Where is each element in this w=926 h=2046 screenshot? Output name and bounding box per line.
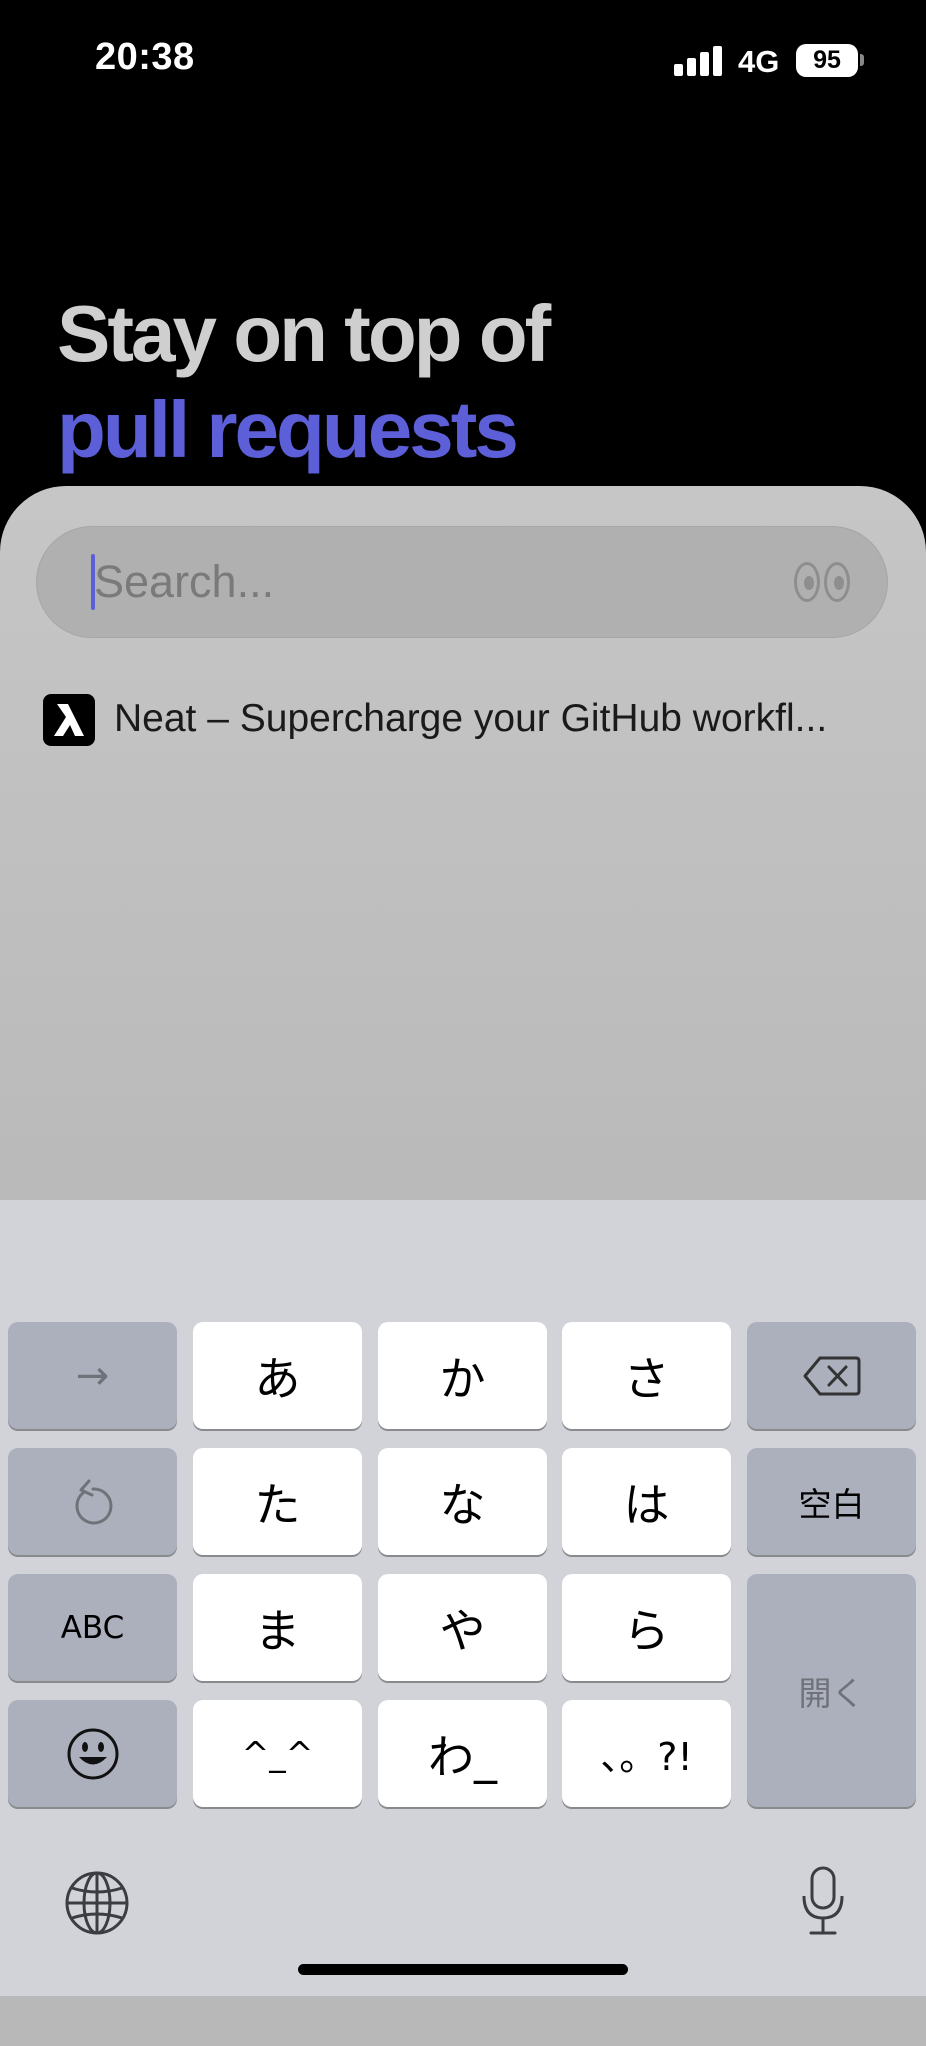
headline-line-2: pull requests	[57, 385, 519, 474]
battery-icon: 95	[796, 44, 858, 77]
delete-key[interactable]	[747, 1322, 916, 1429]
key-sa[interactable]: さ	[562, 1322, 731, 1429]
network-type: 4G	[738, 44, 780, 79]
emoji-icon	[67, 1728, 118, 1779]
microphone-icon	[802, 1866, 844, 1935]
abc-key[interactable]: ABC	[8, 1574, 177, 1681]
status-time: 20:38	[95, 36, 195, 78]
suggestion-label: Neat – Supercharge your GitHub workfl...	[114, 697, 828, 740]
eyes-icon	[794, 562, 852, 606]
key-ya[interactable]: や	[378, 1574, 547, 1681]
neat-logo-icon	[43, 694, 95, 746]
home-indicator	[298, 1964, 628, 1975]
key-wa[interactable]: わ_	[378, 1700, 547, 1807]
headline-line-1: Stay on top of	[57, 289, 551, 378]
emoji-key[interactable]	[8, 1700, 177, 1807]
undo-icon	[75, 1479, 112, 1524]
key-a[interactable]: あ	[193, 1322, 362, 1429]
battery-tip	[860, 54, 864, 66]
search-input[interactable]	[94, 552, 774, 612]
key-ka[interactable]: か	[378, 1322, 547, 1429]
key-punctuation[interactable]: 、。?!	[562, 1700, 731, 1807]
microphone-key[interactable]	[798, 1866, 848, 1936]
key-ma[interactable]: ま	[193, 1574, 362, 1681]
return-key[interactable]: 開く	[747, 1574, 916, 1807]
undo-key[interactable]	[8, 1448, 177, 1555]
globe-key[interactable]	[64, 1870, 134, 1936]
space-key[interactable]: 空白	[747, 1448, 916, 1555]
next-candidate-key[interactable]: →	[8, 1322, 177, 1429]
globe-icon	[65, 1871, 129, 1935]
key-ta[interactable]: た	[193, 1448, 362, 1555]
cellular-signal-icon	[674, 46, 724, 76]
delete-icon	[803, 1356, 860, 1395]
key-na[interactable]: な	[378, 1448, 547, 1555]
key-kaomoji[interactable]: ^_^	[193, 1700, 362, 1807]
key-ha[interactable]: は	[562, 1448, 731, 1555]
key-ra[interactable]: ら	[562, 1574, 731, 1681]
